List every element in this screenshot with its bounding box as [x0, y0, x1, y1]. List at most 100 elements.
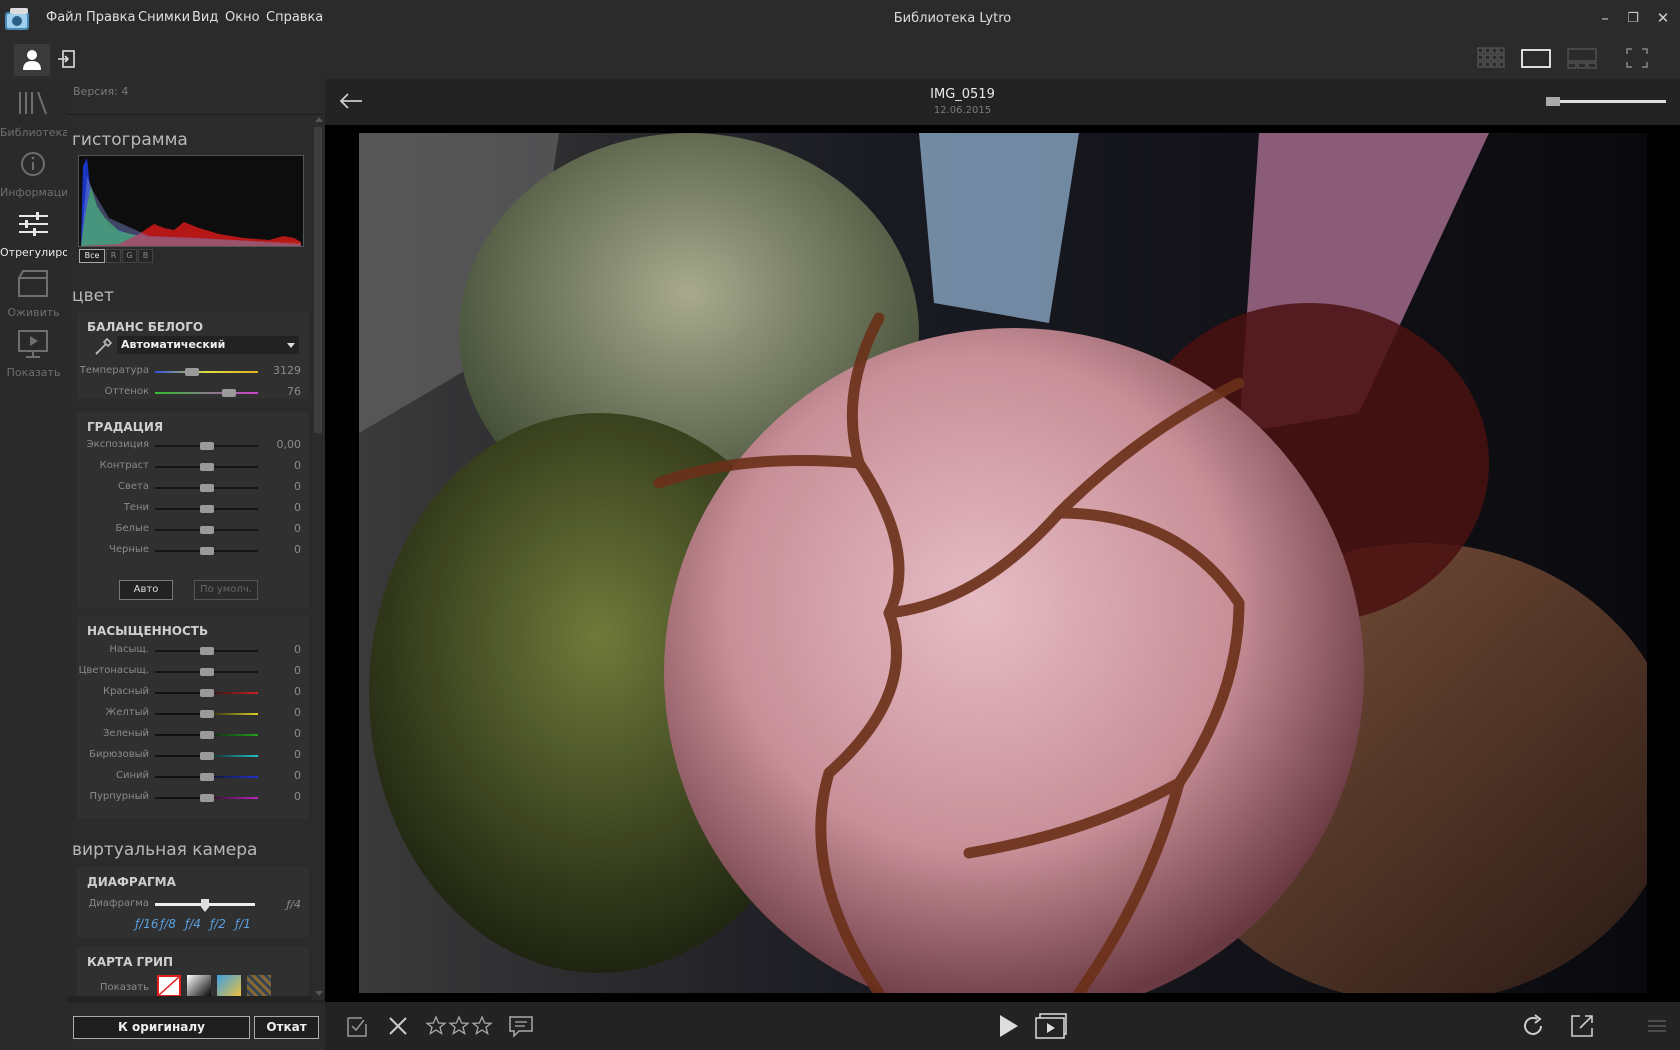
export-button[interactable]: [1568, 1012, 1596, 1040]
slider-track[interactable]: [155, 505, 258, 513]
fullscreen-button[interactable]: [1624, 46, 1650, 70]
nav-animate-label: Оживить: [7, 306, 60, 319]
histogram-tab-r[interactable]: R: [106, 249, 121, 263]
depth-map-box: КАРТА ГРИП Показать: [77, 947, 309, 996]
slider-thumb[interactable]: [200, 731, 214, 739]
slider-track[interactable]: [155, 689, 258, 697]
zoom-slider-thumb[interactable]: [1546, 97, 1560, 106]
slider-thumb[interactable]: [200, 752, 214, 760]
filmstrip-view-button[interactable]: [1566, 47, 1598, 69]
reject-button[interactable]: [384, 1012, 412, 1040]
slider-track[interactable]: [155, 547, 258, 555]
slider-value: 3129: [273, 364, 301, 377]
aperture-slider[interactable]: [155, 899, 255, 912]
slider-track[interactable]: [155, 668, 258, 676]
nav-animate[interactable]: Оживить: [0, 268, 67, 326]
aperture-stop[interactable]: ƒ/8: [160, 917, 176, 931]
library-icon: [19, 91, 47, 115]
import-button[interactable]: [56, 48, 78, 70]
scrollbar-thumb[interactable]: [314, 127, 322, 433]
aperture-stop[interactable]: ƒ/4: [185, 917, 201, 931]
slider-thumb[interactable]: [200, 547, 214, 555]
play-icon: [1000, 1015, 1018, 1037]
slider-thumb[interactable]: [200, 526, 214, 534]
rating-stars[interactable]: [425, 1014, 496, 1038]
aperture-stop[interactable]: ƒ/16: [135, 917, 159, 931]
aperture-stop[interactable]: ƒ/1: [235, 917, 251, 931]
nav-adjust[interactable]: Отрегулировать: [0, 208, 67, 266]
depth-map-hatch-swatch[interactable]: [247, 975, 271, 996]
slider-track[interactable]: [155, 526, 258, 534]
user-profile-button[interactable]: [14, 44, 50, 76]
slider-thumb[interactable]: [200, 484, 214, 492]
slider-thumb[interactable]: [200, 773, 214, 781]
slider-label: Контраст: [99, 460, 149, 471]
rotate-icon: [1524, 1014, 1542, 1035]
histogram-tab-all[interactable]: Все: [79, 249, 105, 263]
comment-icon: [509, 1016, 533, 1038]
play-button[interactable]: [994, 1012, 1022, 1040]
slider-thumb[interactable]: [222, 389, 236, 397]
slider-track[interactable]: [155, 752, 258, 760]
minimize-button[interactable]: –: [1593, 9, 1617, 27]
slider-value: 76: [287, 385, 301, 398]
slider-thumb[interactable]: [200, 505, 214, 513]
default-button[interactable]: По умолч.: [194, 580, 258, 600]
slider-track[interactable]: [155, 389, 258, 397]
slider-track[interactable]: [155, 731, 258, 739]
slider-thumb[interactable]: [200, 794, 214, 802]
revert-to-original-button[interactable]: К оригиналу: [73, 1016, 250, 1039]
scroll-down-icon[interactable]: [315, 991, 323, 996]
slider-track[interactable]: [155, 647, 258, 655]
nav-info[interactable]: Информация: [0, 148, 67, 206]
slider-thumb[interactable]: [200, 647, 214, 655]
zoom-slider[interactable]: [1546, 97, 1666, 106]
depth-map-label: Показать: [100, 982, 149, 993]
slider-track[interactable]: [155, 442, 258, 450]
slider-track[interactable]: [155, 710, 258, 718]
depth-map-gray-swatch[interactable]: [187, 975, 211, 996]
nav-library[interactable]: Библиотека: [0, 88, 67, 146]
close-button[interactable]: ✕: [1651, 9, 1675, 27]
white-balance-select-value: Автоматический: [121, 338, 226, 351]
scroll-up-icon[interactable]: [315, 117, 323, 122]
white-balance-select[interactable]: Автоматический: [117, 336, 299, 354]
photo-image[interactable]: [359, 133, 1679, 1018]
slider-thumb[interactable]: [185, 368, 199, 376]
slider-track[interactable]: [155, 484, 258, 492]
slider-track[interactable]: [155, 794, 258, 802]
rotate-button[interactable]: [1519, 1012, 1547, 1040]
select-button[interactable]: [343, 1012, 371, 1040]
slider-label: Насыщ.: [109, 644, 149, 655]
depth-map-color-swatch[interactable]: [217, 975, 241, 996]
slider-thumb[interactable]: [200, 689, 214, 697]
aperture-slider-thumb[interactable]: [200, 898, 210, 912]
slider-thumb[interactable]: [200, 463, 214, 471]
slider-value: 0: [294, 643, 301, 656]
slider-thumb[interactable]: [200, 442, 214, 450]
slider-thumb[interactable]: [200, 710, 214, 718]
single-view-button[interactable]: [1520, 47, 1552, 69]
slider-track[interactable]: [155, 463, 258, 471]
histogram-tab-b[interactable]: B: [138, 249, 153, 263]
auto-button[interactable]: Авто: [119, 580, 173, 600]
depth-map-none-swatch[interactable]: [157, 975, 181, 996]
panel-toggle-button[interactable]: [1646, 1012, 1668, 1040]
maximize-button[interactable]: ❐: [1621, 11, 1645, 26]
slider-track[interactable]: [155, 368, 258, 376]
slider-label: Пурпурный: [89, 791, 149, 802]
nav-present[interactable]: Показать: [0, 328, 67, 386]
slider-track[interactable]: [155, 773, 258, 781]
histogram-tab-g[interactable]: G: [122, 249, 137, 263]
slider-label: Цветонасыщ.: [78, 665, 149, 676]
user-icon: [23, 50, 41, 70]
comment-button[interactable]: [507, 1012, 535, 1040]
grid-view-button[interactable]: [1476, 46, 1508, 70]
panel-scrollbar[interactable]: [312, 115, 324, 1000]
slider-thumb[interactable]: [200, 668, 214, 676]
eyedropper-button[interactable]: [93, 335, 115, 357]
aperture-stop[interactable]: ƒ/2: [210, 917, 226, 931]
undo-button[interactable]: Откат: [254, 1016, 319, 1039]
slideshow-button[interactable]: [1034, 1012, 1068, 1040]
import-icon: [58, 50, 75, 68]
